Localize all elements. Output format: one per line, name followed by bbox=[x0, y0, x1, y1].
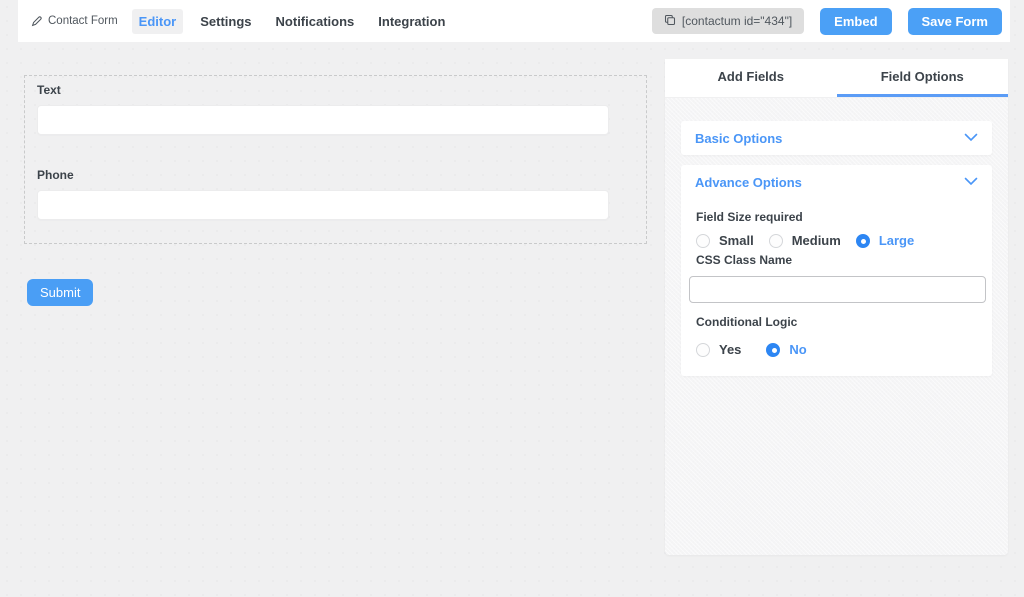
embed-button[interactable]: Embed bbox=[820, 7, 892, 35]
advance-options-section: Advance Options Field Size required Smal… bbox=[681, 165, 992, 376]
copy-icon bbox=[664, 14, 676, 29]
form-field-text[interactable]: Text bbox=[37, 83, 634, 135]
radio-checked-icon bbox=[766, 342, 781, 357]
form-title-label: Contact Form bbox=[48, 15, 118, 27]
pencil-icon bbox=[30, 15, 43, 28]
conditional-option-no[interactable]: No bbox=[766, 342, 807, 357]
basic-options-title: Basic Options bbox=[695, 130, 783, 146]
conditional-option-yes[interactable]: Yes bbox=[696, 342, 741, 357]
nav-tab-editor[interactable]: Editor bbox=[131, 8, 184, 34]
tab-field-options[interactable]: Field Options bbox=[836, 59, 1008, 97]
basic-options-toggle[interactable]: Basic Options bbox=[681, 121, 992, 155]
css-class-input[interactable] bbox=[689, 276, 986, 303]
phone-field-input[interactable] bbox=[37, 190, 609, 220]
field-size-radio-group: Small Medium Large bbox=[696, 233, 984, 248]
field-size-label: Field Size required bbox=[696, 210, 803, 224]
radio-checked-icon bbox=[855, 233, 870, 248]
radio-icon bbox=[696, 342, 710, 357]
field-size-option-medium[interactable]: Medium bbox=[768, 233, 841, 248]
nav-tab-settings[interactable]: Settings bbox=[193, 9, 258, 34]
advance-options-body: Field Size required Small Medium Large C… bbox=[681, 199, 992, 376]
conditional-logic-label: Conditional Logic bbox=[696, 315, 798, 329]
chevron-down-icon bbox=[964, 129, 978, 147]
chevron-down-icon bbox=[964, 173, 978, 191]
submit-button[interactable]: Submit bbox=[27, 279, 94, 306]
radio-icon bbox=[696, 233, 710, 248]
radio-icon bbox=[768, 233, 783, 248]
top-bar-right: [contactum id="434"] Embed Save Form bbox=[651, 7, 1002, 35]
field-label-phone: Phone bbox=[37, 168, 74, 182]
advance-options-toggle[interactable]: Advance Options bbox=[681, 165, 992, 199]
shortcode-text: [contactum id="434"] bbox=[681, 14, 793, 28]
panel-tab-bar: Add Fields Field Options bbox=[665, 59, 1008, 98]
field-label-text: Text bbox=[37, 83, 61, 97]
nav-tab-notifications[interactable]: Notifications bbox=[269, 9, 362, 34]
conditional-logic-radio-group: Yes No bbox=[696, 342, 984, 357]
text-field-input[interactable] bbox=[37, 105, 609, 135]
main-nav: Editor Settings Notifications Integratio… bbox=[131, 8, 453, 34]
top-bar-left: Contact Form Editor Settings Notificatio… bbox=[30, 8, 453, 34]
save-form-button[interactable]: Save Form bbox=[907, 7, 1002, 35]
form-title[interactable]: Contact Form bbox=[30, 15, 118, 28]
tab-add-fields[interactable]: Add Fields bbox=[665, 59, 837, 97]
panel-body: Basic Options Advance Options Field Size… bbox=[665, 98, 1008, 376]
form-field-phone[interactable]: Phone bbox=[37, 168, 634, 220]
field-settings-panel: Add Fields Field Options Basic Options A… bbox=[665, 59, 1008, 555]
basic-options-section: Basic Options bbox=[681, 121, 992, 155]
field-size-option-large[interactable]: Large bbox=[855, 233, 914, 248]
form-preview-canvas[interactable]: Text Phone bbox=[24, 75, 647, 244]
shortcode-copy-button[interactable]: [contactum id="434"] bbox=[651, 8, 805, 34]
field-size-option-small[interactable]: Small bbox=[696, 233, 754, 248]
top-bar: Contact Form Editor Settings Notificatio… bbox=[18, 0, 1010, 42]
nav-tab-integration[interactable]: Integration bbox=[371, 9, 452, 34]
advance-options-title: Advance Options bbox=[695, 174, 802, 190]
css-class-label: CSS Class Name bbox=[696, 253, 793, 267]
